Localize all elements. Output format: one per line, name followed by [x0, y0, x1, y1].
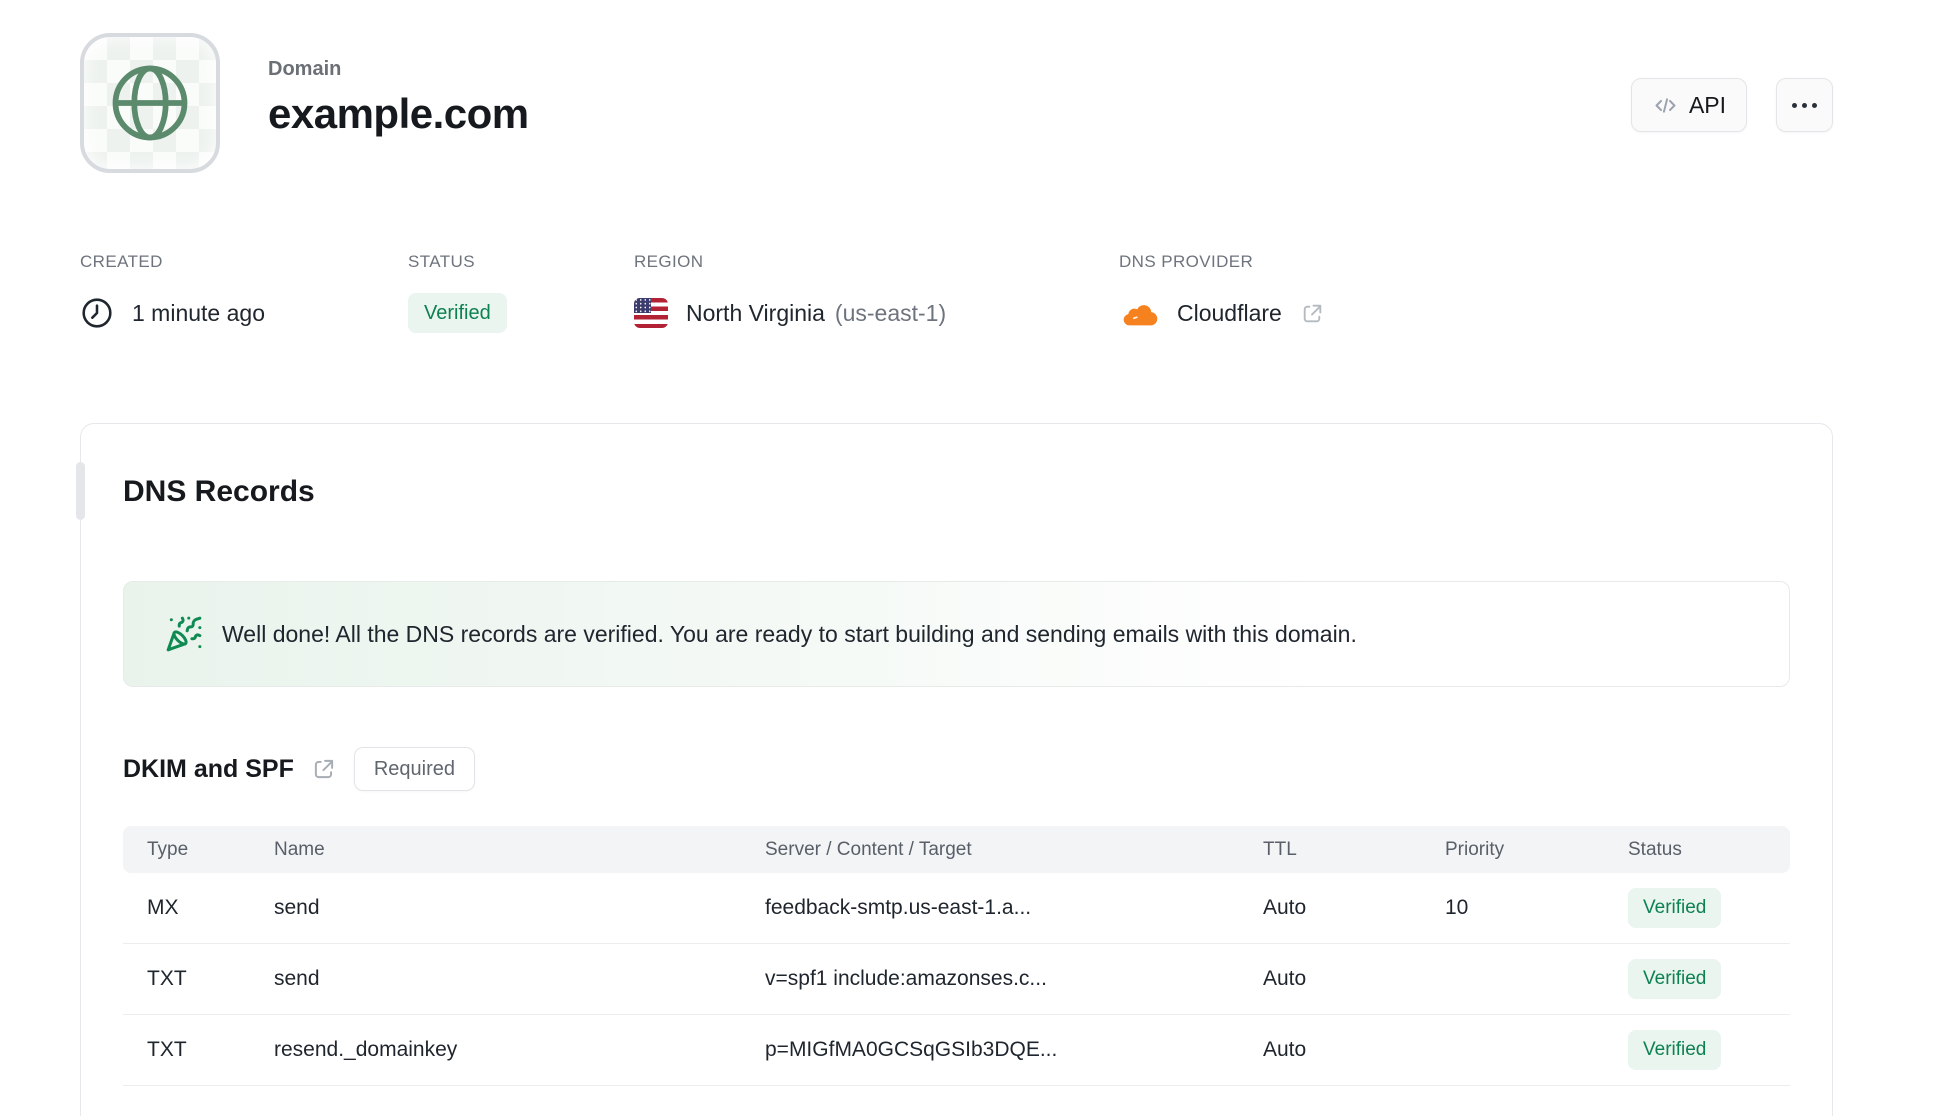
dkim-spf-heading: DKIM and SPF	[123, 754, 294, 783]
meta-status: STATUS Verified	[408, 252, 634, 333]
dkim-external-link-icon[interactable]	[311, 756, 337, 782]
required-badge: Required	[353, 747, 476, 791]
page-type-label: Domain	[268, 58, 342, 80]
cell-content: feedback-smtp.us-east-1.a...	[765, 896, 1032, 919]
api-button-label: API	[1688, 91, 1727, 118]
meta-created: CREATED 1 minute ago	[80, 252, 408, 333]
region-code: (us-east-1)	[834, 299, 947, 326]
status-badge: Verified	[1628, 959, 1722, 999]
created-label: CREATED	[80, 252, 163, 271]
dns-provider-label: DNS PROVIDER	[1119, 252, 1254, 271]
region-label: REGION	[634, 252, 704, 271]
success-banner: Well done! All the DNS records are verif…	[123, 581, 1790, 687]
cell-type: TXT	[147, 967, 187, 990]
column-header-content: Server / Content / Target	[765, 838, 972, 860]
cloudflare-icon	[1119, 299, 1159, 327]
cell-ttl: Auto	[1263, 896, 1307, 919]
cell-content: p=MIGfMA0GCSqGSIb3DQE...	[765, 1038, 1058, 1061]
dns-table: Type Name Server / Content / Target TTL …	[123, 826, 1790, 1086]
ellipsis-icon	[1792, 102, 1797, 108]
cell-name: resend._domainkey	[274, 1038, 458, 1061]
column-header-name: Name	[274, 838, 325, 860]
domain-detail-page: Domain example.com API CREATED 1 minute …	[0, 0, 1944, 1116]
status-badge: Verified	[408, 293, 507, 333]
column-header-priority: Priority	[1445, 838, 1505, 860]
dns-table-header: Type Name Server / Content / Target TTL …	[123, 826, 1790, 873]
globe-icon	[104, 57, 196, 149]
dns-records-card: DNS Records Well done! All the DNS recor…	[80, 423, 1833, 1116]
cell-name: send	[274, 896, 320, 919]
cell-content: v=spf1 include:amazonses.c...	[765, 967, 1047, 990]
meta-region: REGION North Virginia (us-east-1)	[634, 252, 1119, 333]
us-flag-icon	[634, 298, 668, 328]
title-block: Domain example.com	[268, 58, 529, 138]
more-options-button[interactable]	[1776, 78, 1833, 132]
status-label: STATUS	[408, 252, 475, 271]
cell-priority: 10	[1445, 896, 1469, 919]
cell-ttl: Auto	[1263, 1038, 1307, 1061]
section-anchor-pill	[76, 462, 85, 520]
cell-type: TXT	[147, 1038, 187, 1061]
dns-provider-value: Cloudflare	[1177, 299, 1282, 326]
party-popper-icon	[165, 615, 203, 653]
table-row[interactable]: TXT send v=spf1 include:amazonses.c... A…	[123, 944, 1790, 1015]
clock-icon	[80, 296, 114, 330]
api-button[interactable]: API	[1631, 78, 1747, 132]
external-link-icon	[1300, 301, 1325, 326]
meta-row: CREATED 1 minute ago STATUS Verified REG…	[80, 252, 1325, 333]
status-badge: Verified	[1628, 1030, 1722, 1070]
column-header-type: Type	[147, 838, 189, 860]
cell-ttl: Auto	[1263, 967, 1307, 990]
column-header-ttl: TTL	[1263, 838, 1297, 860]
table-row[interactable]: MX send feedback-smtp.us-east-1.a... Aut…	[123, 873, 1790, 944]
dkim-spf-section-row: DKIM and SPF Required	[123, 747, 1790, 791]
created-value: 1 minute ago	[132, 299, 265, 326]
header-actions: API	[1631, 78, 1833, 132]
success-banner-text: Well done! All the DNS records are verif…	[222, 620, 1357, 647]
meta-dns-provider: DNS PROVIDER Cloudflare	[1119, 252, 1325, 333]
column-header-status: Status	[1628, 838, 1682, 860]
cell-name: send	[274, 967, 320, 990]
dns-provider-link[interactable]: Cloudflare	[1119, 293, 1325, 333]
page-title: example.com	[268, 90, 529, 137]
region-value: North Virginia	[686, 299, 825, 326]
dns-records-heading: DNS Records	[123, 475, 315, 508]
code-icon	[1652, 92, 1679, 119]
status-badge: Verified	[1628, 888, 1722, 928]
table-row[interactable]: TXT resend._domainkey p=MIGfMA0GCSqGSIb3…	[123, 1015, 1790, 1086]
cell-type: MX	[147, 896, 179, 919]
domain-avatar	[80, 33, 220, 173]
